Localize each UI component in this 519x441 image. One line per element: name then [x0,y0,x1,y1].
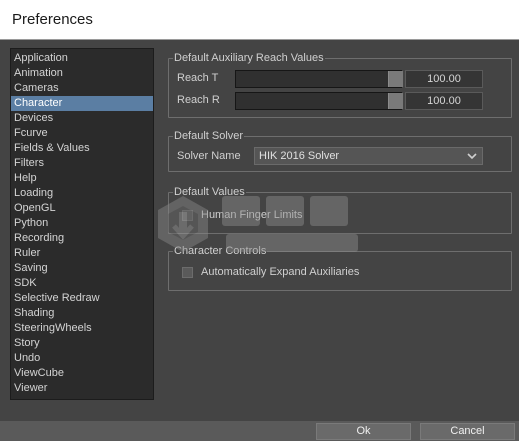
category-item-viewcube[interactable]: ViewCube [11,366,153,381]
category-item-animation[interactable]: Animation [11,66,153,81]
window-title: Preferences [12,11,93,28]
human-finger-limits-label: Human Finger Limits [201,209,303,221]
preferences-client: Application Animation Cameras Character Devi… [0,40,519,441]
category-item-filters[interactable]: Filters [11,156,153,171]
solver-group-title: Default Solver [173,129,245,143]
default-values-group-title: Default Values [173,185,246,199]
auto-expand-auxiliaries-checkbox[interactable] [182,267,193,278]
solver-name-label: Solver Name [177,150,241,162]
category-item-opengl[interactable]: OpenGL [11,201,153,216]
dialog-button-bar: Ok Cancel [0,421,519,441]
reach-t-label: Reach T [177,72,219,84]
reach-t-slider[interactable] [235,70,403,88]
category-item-devices[interactable]: Devices [11,111,153,126]
category-item-fcurve[interactable]: Fcurve [11,126,153,141]
category-item-ruler[interactable]: Ruler [11,246,153,261]
character-controls-group-title: Character Controls [173,244,268,258]
cancel-button[interactable]: Cancel [420,423,515,440]
reach-r-slider-handle[interactable] [388,93,403,109]
reach-t-slider-handle[interactable] [388,71,403,87]
category-item-help[interactable]: Help [11,171,153,186]
reach-r-slider-fill [236,93,389,109]
category-item-sdk[interactable]: SDK [11,276,153,291]
category-item-recording[interactable]: Recording [11,231,153,246]
title-bar: Preferences [0,0,519,40]
reach-t-slider-fill [236,71,389,87]
category-list[interactable]: Application Animation Cameras Character Devi… [10,48,154,400]
reach-r-label: Reach R [177,94,220,106]
category-item-steeringwheels[interactable]: SteeringWheels [11,321,153,336]
category-item-loading[interactable]: Loading [11,186,153,201]
auto-expand-auxiliaries-label: Automatically Expand Auxiliaries [201,266,360,278]
category-item-selective-redraw[interactable]: Selective Redraw [11,291,153,306]
ok-button[interactable]: Ok [316,423,411,440]
reach-r-slider[interactable] [235,92,403,110]
chevron-down-icon [466,149,478,163]
category-item-character[interactable]: Character [11,96,153,111]
solver-dropdown[interactable]: HIK 2016 Solver [254,147,483,165]
category-item-saving[interactable]: Saving [11,261,153,276]
reach-values-group-title: Default Auxiliary Reach Values [173,51,325,65]
category-item-undo[interactable]: Undo [11,351,153,366]
category-item-python[interactable]: Python [11,216,153,231]
category-item-shading[interactable]: Shading [11,306,153,321]
category-item-fields-values[interactable]: Fields & Values [11,141,153,156]
category-item-story[interactable]: Story [11,336,153,351]
category-item-application[interactable]: Application [11,51,153,66]
human-finger-limits-checkbox[interactable] [182,210,193,221]
category-item-cameras[interactable]: Cameras [11,81,153,96]
reach-t-value-field[interactable]: 100.00 [405,70,483,88]
reach-r-value-field[interactable]: 100.00 [405,92,483,110]
category-item-viewer[interactable]: Viewer [11,381,153,396]
solver-dropdown-value: HIK 2016 Solver [259,150,340,162]
